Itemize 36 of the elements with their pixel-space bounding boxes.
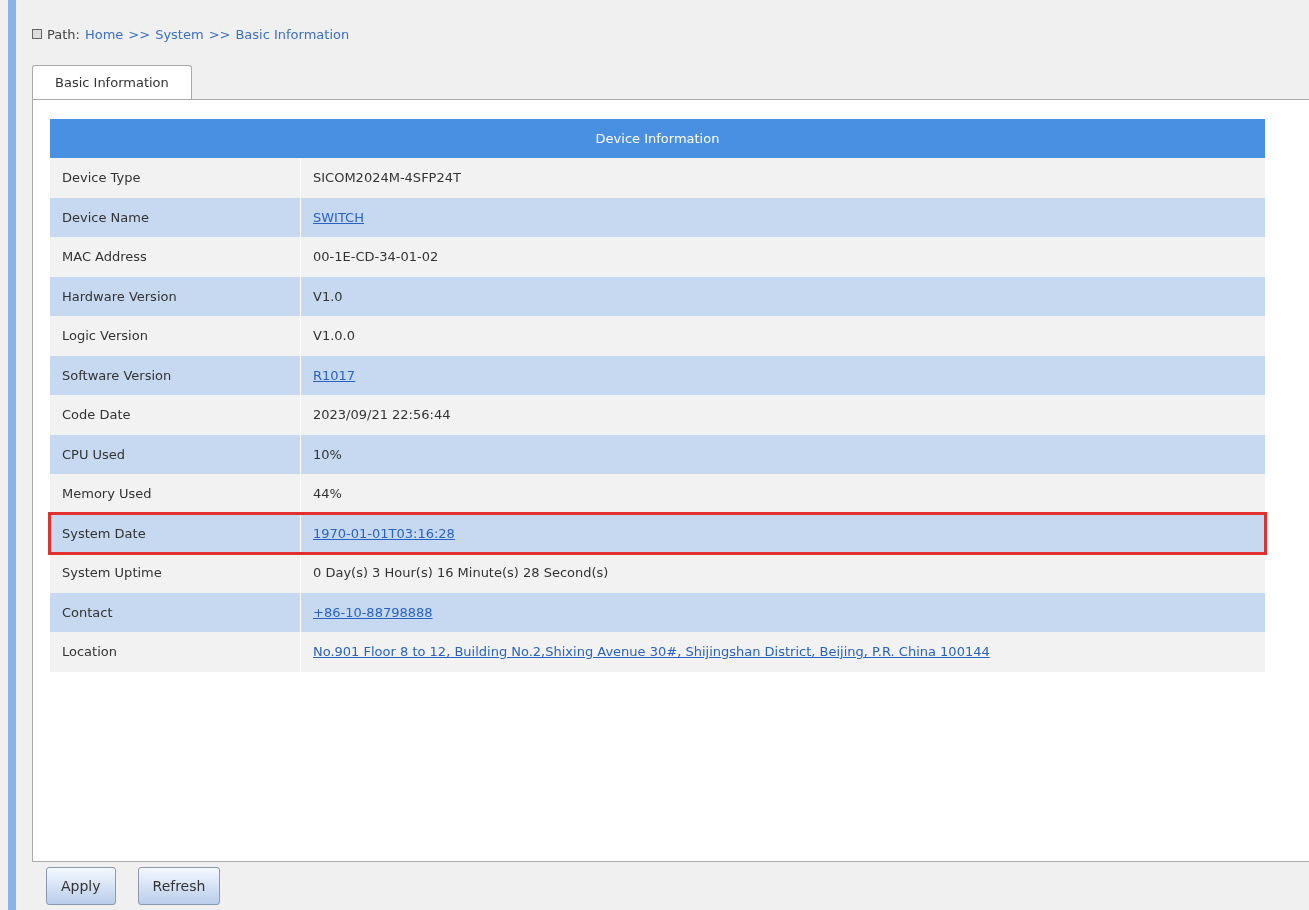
action-button[interactable]: Apply bbox=[46, 867, 116, 905]
field-label: System Uptime bbox=[50, 553, 301, 593]
value-link[interactable]: 1970-01-01T03:16:28 bbox=[313, 525, 455, 541]
field-label: Location bbox=[50, 632, 301, 672]
field-value: V1.0.0 bbox=[300, 316, 1265, 356]
field-label: CPU Used bbox=[50, 434, 301, 474]
field-label: Code Date bbox=[50, 395, 301, 435]
field-value: 0 Day(s) 3 Hour(s) 16 Minute(s) 28 Second(s) bbox=[300, 553, 1265, 593]
field-value: SICOM2024M-4SFP24T bbox=[300, 158, 1265, 198]
field-label: Device Type bbox=[50, 158, 301, 198]
breadcrumb-separator: >> bbox=[208, 26, 231, 42]
field-label: Device Name bbox=[50, 197, 301, 237]
field-value: 44% bbox=[300, 474, 1265, 514]
action-button[interactable]: Refresh bbox=[137, 867, 221, 905]
field-label: Logic Version bbox=[50, 316, 301, 356]
field-value: 00-1E-CD-34-01-02 bbox=[300, 237, 1265, 277]
field-label: Contact bbox=[50, 592, 301, 632]
table-title: Device Information bbox=[50, 119, 1265, 158]
path-label: Path: bbox=[47, 26, 80, 42]
breadcrumb-link[interactable]: System bbox=[155, 26, 204, 42]
field-value: 2023/09/21 22:56:44 bbox=[300, 395, 1265, 435]
field-label: Memory Used bbox=[50, 474, 301, 514]
breadcrumb-link[interactable]: Home bbox=[84, 26, 124, 42]
field-label: Hardware Version bbox=[50, 276, 301, 316]
field-value: 10% bbox=[300, 434, 1265, 474]
field-label: MAC Address bbox=[50, 237, 301, 277]
square-icon bbox=[32, 29, 42, 39]
breadcrumb-separator: >> bbox=[128, 26, 151, 42]
value-link[interactable]: +86-10-88798888 bbox=[313, 604, 433, 620]
tab[interactable]: Basic Information bbox=[32, 65, 192, 99]
breadcrumb-link[interactable]: Basic Information bbox=[235, 26, 350, 42]
value-link[interactable]: R1017 bbox=[313, 367, 356, 383]
field-label: System Date bbox=[50, 513, 301, 553]
value-link[interactable]: SWITCH bbox=[313, 209, 364, 225]
field-value: V1.0 bbox=[300, 276, 1265, 316]
field-label: Software Version bbox=[50, 355, 301, 395]
